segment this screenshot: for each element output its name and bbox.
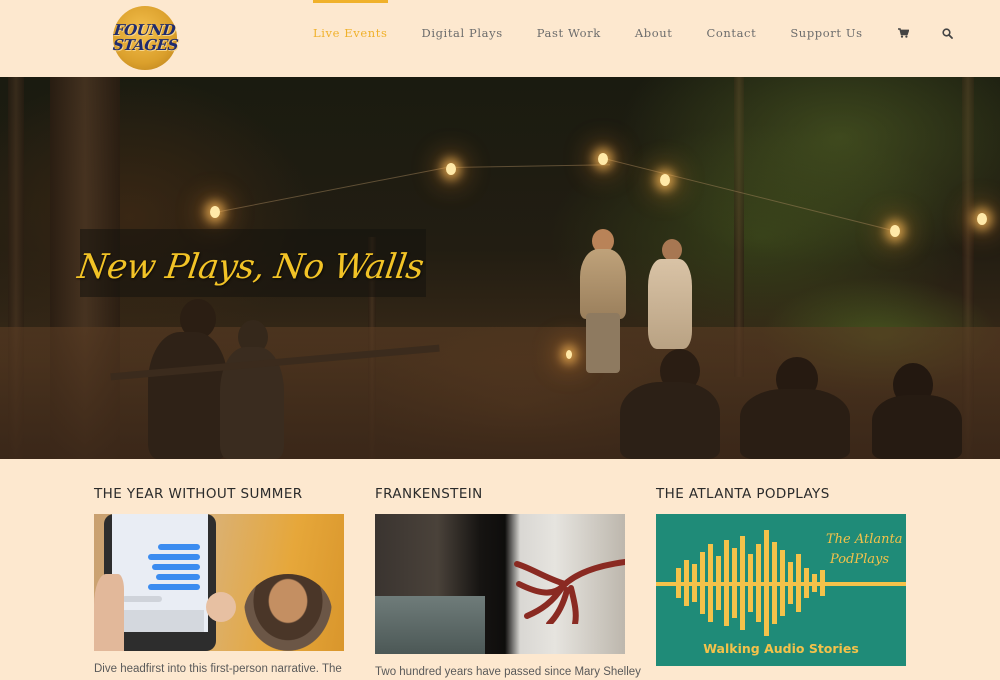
card-image-podplays[interactable]: The Atlanta PodPlays Walking Audio Stori… [656,514,906,666]
lantern [566,350,572,359]
actor-legs [586,313,620,373]
string-light [890,225,900,237]
bed [375,596,485,654]
string-light [977,213,987,225]
audience-member [872,395,962,459]
nav-item-past-work[interactable]: Past Work [537,0,601,76]
card-title[interactable]: THE YEAR WITHOUT SUMMER [94,486,344,514]
actor [648,259,692,349]
site-header: FOUND STAGES Live Events Digital Plays P… [0,0,1000,76]
podplays-image-caption: Walking Audio Stories [703,641,859,656]
nav-item-live-events[interactable]: Live Events [313,0,388,76]
card-image-frankenstein[interactable] [375,514,625,654]
hero-title: New Plays, No Walls [75,247,426,287]
event-card-atlanta-podplays[interactable]: THE ATLANTA PODPLAYS The Atlanta PodPlay… [656,486,906,666]
nav-item-digital-plays[interactable]: Digital Plays [422,0,503,76]
search-icon[interactable] [941,0,955,76]
nav-item-contact[interactable]: Contact [706,0,756,76]
hand [206,592,236,622]
card-description: Dive headfirst into this first-person na… [94,663,342,675]
actor-head [662,239,682,261]
hand [94,574,124,651]
light-wire [214,166,451,213]
audience-member [148,332,228,459]
logo-line-2: STAGES [111,36,179,54]
light-wire [449,164,610,168]
audience-member [620,382,720,459]
main-nav: Live Events Digital Plays Past Work Abou… [313,0,985,76]
string-light [598,153,608,165]
card-image-phone-messages[interactable] [94,514,344,651]
event-card-year-without-summer[interactable]: THE YEAR WITHOUT SUMMER Dive headfirst i… [94,486,344,677]
string-light [660,174,670,186]
card-title[interactable]: THE ATLANTA PODPLAYS [656,486,906,514]
string-light [210,206,220,218]
coffee-mug [244,574,332,651]
event-card-frankenstein[interactable]: FRANKENSTEIN Two hundred years have pass… [375,486,641,680]
monster-hand [505,544,625,627]
found-stages-logo[interactable]: FOUND STAGES [111,6,179,70]
actor [580,249,626,319]
hero-banner: New Plays, No Walls [0,77,1000,459]
nav-item-about[interactable]: About [635,0,673,76]
card-description: Two hundred years have passed since Mary… [375,666,641,678]
card-title[interactable]: FRANKENSTEIN [375,486,625,514]
nav-item-support-us[interactable]: Support Us [790,0,862,76]
podplays-image-title-1: The Atlanta [826,532,903,547]
audience-member [740,389,850,459]
string-light [446,163,456,175]
cart-icon[interactable] [897,0,911,76]
podplays-image-title-2: PodPlays [830,552,890,567]
